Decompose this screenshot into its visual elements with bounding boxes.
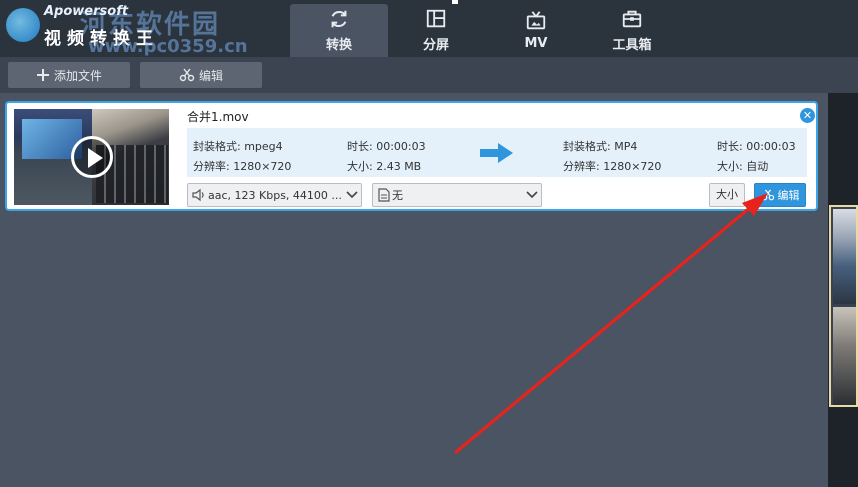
close-icon[interactable]: ✕ [800, 108, 815, 123]
watermark-url: www.pc0359.cn [88, 36, 248, 57]
file-name: 合并1.mov [187, 110, 249, 124]
media-info-panel: 封装格式: mpeg4 时长: 00:00:03 分辨率: 1280×720 大… [187, 128, 807, 177]
size-button[interactable]: 大小 [709, 183, 745, 207]
main-tabs: 转换 分屏 MV 工具箱 [290, 4, 676, 57]
document-icon [378, 188, 390, 202]
file-item-card[interactable]: 合并1.mov ✕ 封装格式: mpeg4 时长: 00:00:03 分辨率: … [5, 101, 818, 211]
subtitle-select[interactable]: 无 [372, 183, 542, 207]
play-icon[interactable] [71, 136, 113, 178]
audio-track-value: aac, 123 Kbps, 44100 ... [208, 188, 342, 202]
app-logo: 河东软件园 Apowersoft 视频转换王 www.pc0359.cn [0, 0, 280, 57]
add-file-button[interactable]: 添加文件 [8, 62, 130, 88]
preview-thumbnail-strip[interactable] [829, 205, 858, 407]
chevron-down-icon [523, 183, 541, 207]
source-duration: 时长: 00:00:03 [347, 140, 426, 153]
target-size: 大小: 自动 [717, 160, 769, 173]
source-size: 大小: 2.43 MB [347, 160, 422, 173]
tab-convert[interactable]: 转换 [290, 4, 388, 57]
brand-name: Apowersoft [44, 4, 129, 19]
target-resolution: 分辨率: 1280×720 [563, 160, 662, 173]
target-duration: 时长: 00:00:03 [717, 140, 796, 153]
toolbar-edit-label: 编辑 [198, 68, 223, 83]
refresh-icon [331, 10, 347, 28]
convert-arrow-icon [480, 143, 513, 163]
plus-icon [36, 69, 49, 81]
tab-toolbox[interactable]: 工具箱 [588, 4, 676, 57]
speaker-icon [192, 188, 204, 202]
scissors-icon [761, 189, 774, 201]
app-header: 河东软件园 Apowersoft 视频转换王 www.pc0359.cn 转换 … [0, 0, 858, 57]
toolbar-edit-button[interactable]: 编辑 [140, 62, 262, 88]
video-thumbnail[interactable] [14, 109, 169, 205]
chevron-down-icon [343, 183, 361, 207]
source-format: 封装格式: mpeg4 [193, 140, 283, 153]
tab-label: 转换 [325, 38, 352, 53]
tab-label: 分屏 [422, 38, 449, 53]
toolbox-icon [622, 10, 642, 28]
subtitle-value: 无 [392, 189, 403, 202]
tab-mv[interactable]: MV [484, 4, 588, 57]
source-resolution: 分辨率: 1280×720 [193, 160, 292, 173]
edit-button-label: 编辑 [777, 189, 800, 202]
add-file-label: 添加文件 [53, 68, 102, 83]
audio-track-select[interactable]: aac, 123 Kbps, 44100 ... [187, 183, 362, 207]
tab-label: 工具箱 [612, 38, 652, 53]
scissors-icon [179, 68, 195, 82]
tab-label: MV [524, 36, 548, 51]
toolbar: 添加文件 编辑 [0, 57, 858, 93]
tv-icon [526, 11, 546, 30]
preview-frame [833, 209, 856, 304]
tab-split-screen[interactable]: 分屏 [388, 4, 484, 57]
window-edge-marker [452, 0, 458, 4]
split-screen-icon [426, 9, 446, 28]
target-format: 封装格式: MP4 [563, 140, 638, 153]
preview-frame [833, 307, 856, 405]
edit-button[interactable]: 编辑 [754, 183, 806, 207]
logo-badge-icon [6, 8, 40, 42]
